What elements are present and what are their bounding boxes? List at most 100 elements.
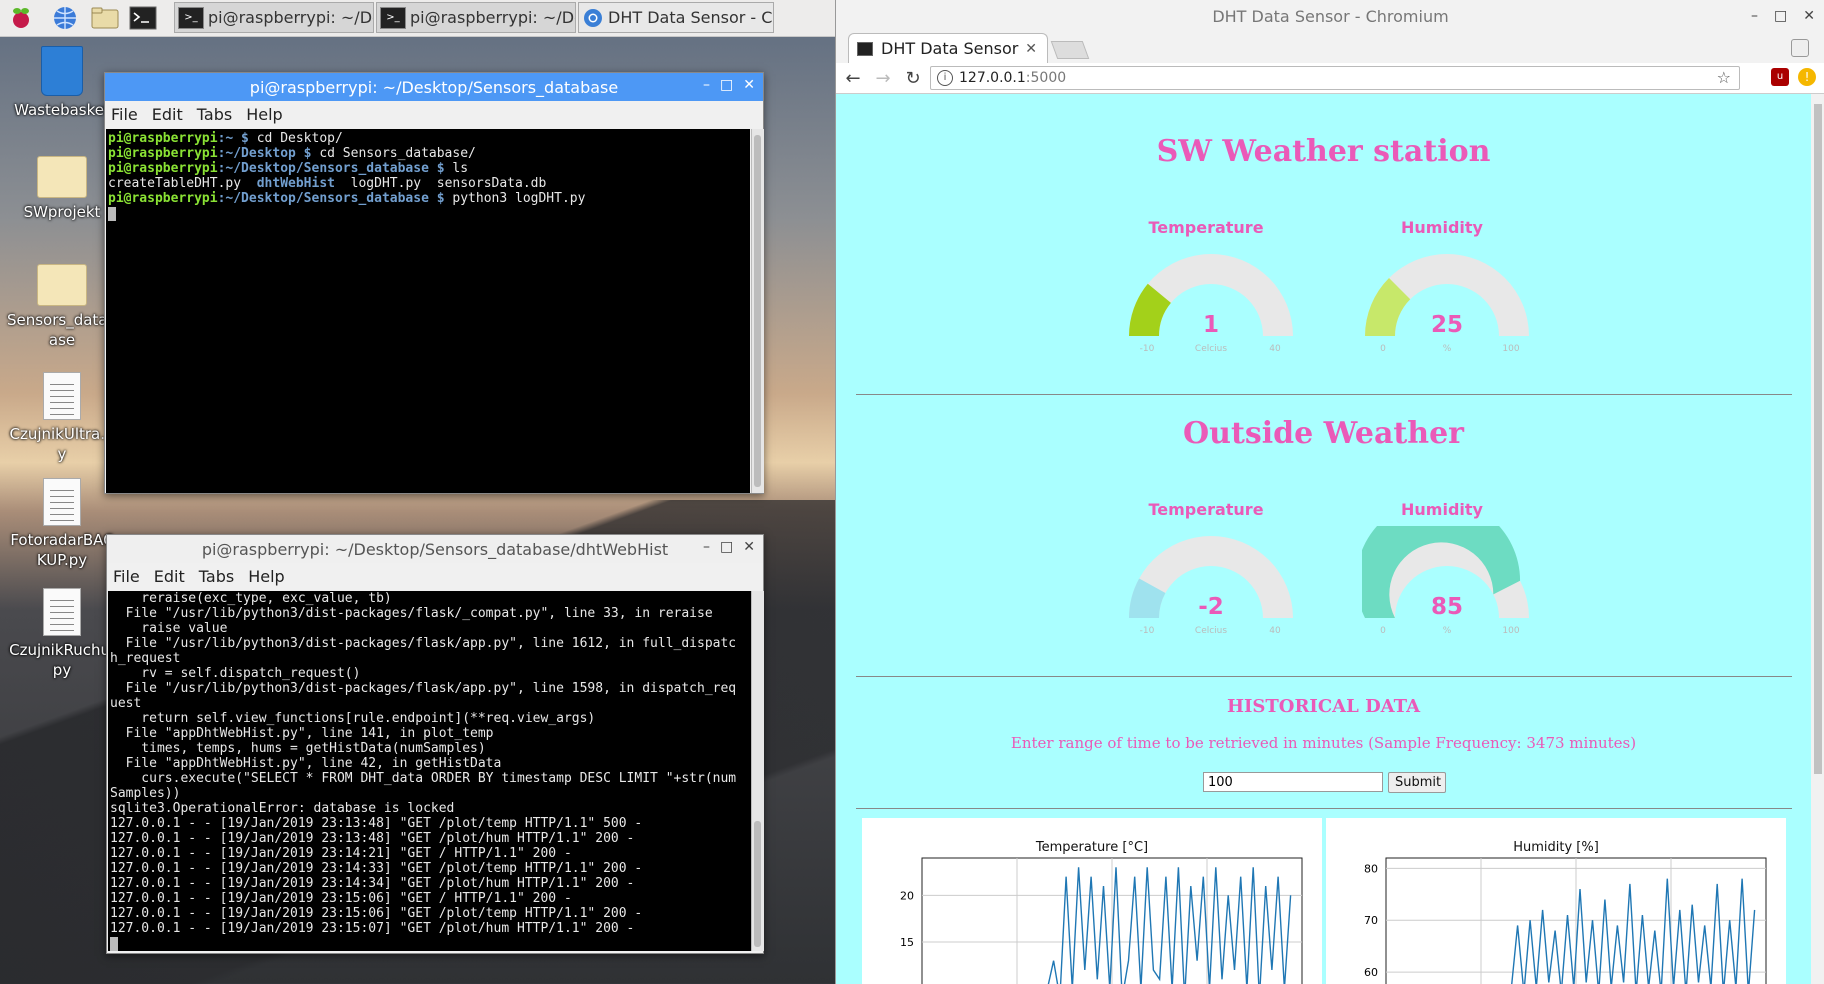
humidity-chart: Humidity [%] 80 70 60	[1326, 818, 1786, 984]
menu-edit[interactable]: Edit	[154, 567, 185, 586]
range-minutes-input[interactable]	[1203, 772, 1383, 792]
python-file-icon	[43, 478, 81, 526]
close-tab-icon[interactable]: ✕	[1025, 41, 1037, 57]
web-browser-icon[interactable]	[50, 3, 80, 33]
new-tab-button[interactable]	[1050, 41, 1090, 59]
historical-data-title: HISTORICAL DATA	[1226, 696, 1421, 717]
wastebasket-icon	[41, 46, 83, 96]
terminal-icon: >_	[178, 6, 204, 29]
station-title: SW Weather station	[1156, 134, 1491, 169]
maximize-icon[interactable]: □	[720, 77, 733, 93]
gauge-unit: Celcius	[1194, 626, 1228, 636]
terminal-line: pi@raspberrypi:~ $ cd Desktop/	[108, 131, 343, 146]
page-scrollbar[interactable]	[1811, 94, 1824, 984]
window-titlebar[interactable]: pi@raspberrypi: ~/Desktop/Sensors_databa…	[107, 535, 763, 563]
terminal-scrollbar[interactable]	[751, 129, 764, 493]
maximize-icon[interactable]: □	[720, 539, 733, 555]
address-bar[interactable]: i 127.0.0.1:5000 ☆	[930, 66, 1740, 90]
gauge-label-humidity: Humidity	[1401, 500, 1483, 519]
submit-button[interactable]: Submit	[1388, 772, 1446, 793]
gauge-value: -2	[1198, 594, 1224, 620]
task-label: DHT Data Sensor - C...	[608, 8, 774, 27]
desktop-icon-czujnikultra[interactable]: CzujnikUltra.py	[6, 372, 118, 464]
url-host: 127.0.0.1	[959, 70, 1026, 86]
window-title: pi@raspberrypi: ~/Desktop/Sensors_databa…	[201, 539, 669, 559]
maximize-icon[interactable]: □	[1774, 8, 1787, 24]
desktop-icon-label: CzujnikRuchu.py	[9, 641, 115, 679]
desktop-icon-fotoradar[interactable]: FotoradarBACKUP.py	[6, 478, 118, 570]
series-line	[1047, 867, 1292, 984]
info-icon[interactable]: i	[937, 70, 953, 86]
desktop-icon-sensors-database[interactable]: Sensors_database	[6, 264, 118, 350]
tab-strip: DHT Data Sensor ✕	[836, 33, 1824, 63]
close-icon[interactable]: ✕	[1803, 8, 1815, 24]
task-label: pi@raspberrypi: ~/De...	[410, 8, 575, 27]
temperature-chart-plot: 2015	[900, 857, 1303, 984]
desktop-icon-label: Sensors_database	[6, 311, 118, 349]
y-tick-label: 20	[900, 889, 914, 902]
gauge-label-temperature: Temperature	[1148, 500, 1264, 519]
menu-tabs[interactable]: Tabs	[197, 105, 232, 124]
ublock-extension-icon[interactable]: u	[1771, 68, 1789, 86]
gauge-label-humidity: Humidity	[1401, 218, 1483, 237]
terminal-output[interactable]: reraise(exc_type, exc_value, tb) File "/…	[108, 591, 751, 951]
minimize-icon[interactable]: –	[703, 539, 710, 555]
browser-tab[interactable]: DHT Data Sensor ✕	[848, 33, 1048, 63]
back-arrow-icon[interactable]: ←	[840, 68, 866, 89]
minimize-icon[interactable]: –	[703, 77, 710, 93]
gauge-min: 0	[1380, 626, 1386, 636]
gauge-label-temperature: Temperature	[1148, 218, 1264, 237]
terminal-scrollbar[interactable]	[751, 591, 764, 951]
folder-icon	[37, 264, 87, 306]
menu-tabs[interactable]: Tabs	[199, 567, 234, 586]
menu-file[interactable]: File	[111, 105, 138, 124]
gauge-value: 1	[1202, 312, 1219, 338]
gauge-max: 40	[1269, 626, 1281, 636]
taskbar-task-terminal-1[interactable]: >_ pi@raspberrypi: ~/De...	[174, 2, 374, 33]
taskbar-task-chromium[interactable]: DHT Data Sensor - C...	[578, 2, 774, 33]
profile-icon[interactable]	[1791, 39, 1809, 57]
terminal-cursor	[108, 206, 116, 221]
desktop-icon-label: Wastebasket	[14, 101, 110, 119]
menu-file[interactable]: File	[113, 567, 140, 586]
desktop-icon-wastebasket[interactable]: Wastebasket	[10, 46, 114, 120]
terminal-window-1: pi@raspberrypi: ~/Desktop/Sensors_databa…	[104, 72, 764, 494]
menubar: File Edit Tabs Help	[105, 101, 763, 127]
terminal-cursor	[110, 936, 118, 951]
terminal-icon: >_	[380, 6, 406, 29]
terminal-line: pi@raspberrypi:~/Desktop/Sensors_databas…	[108, 191, 586, 206]
terminal-launcher-icon[interactable]	[128, 3, 158, 33]
menu-edit[interactable]: Edit	[152, 105, 183, 124]
menubar: File Edit Tabs Help	[107, 563, 763, 589]
bookmark-star-icon[interactable]: ☆	[1717, 68, 1731, 87]
desktop-icon-czujnikruchu[interactable]: CzujnikRuchu.py	[6, 588, 118, 680]
taskbar-task-terminal-2[interactable]: >_ pi@raspberrypi: ~/De...	[376, 2, 576, 33]
raspberry-menu-icon[interactable]	[6, 3, 36, 33]
terminal-output[interactable]: pi@raspberrypi:~ $ cd Desktop/ pi@raspbe…	[106, 129, 750, 493]
menu-help[interactable]: Help	[246, 105, 282, 124]
tab-title: DHT Data Sensor	[881, 39, 1019, 58]
desktop-icon-swprojekt[interactable]: SWprojekt	[10, 156, 114, 222]
gauge-unit: %	[1442, 344, 1452, 354]
file-manager-icon[interactable]	[90, 3, 120, 33]
window-titlebar[interactable]: DHT Data Sensor - Chromium – □ ✕	[836, 0, 1824, 33]
reload-icon[interactable]: ↻	[900, 68, 926, 89]
window-titlebar[interactable]: pi@raspberrypi: ~/Desktop/Sensors_databa…	[105, 73, 763, 101]
close-icon[interactable]: ✕	[743, 539, 755, 555]
historical-data-description: Enter range of time to be retrieved in m…	[1010, 734, 1637, 752]
divider	[856, 394, 1792, 395]
terminal-favicon-icon	[857, 41, 873, 56]
temperature-chart: Temperature [°C] 20 15	[862, 818, 1322, 984]
minimize-icon[interactable]: –	[1751, 8, 1758, 24]
python-file-icon	[43, 372, 81, 420]
terminal-line: pi@raspberrypi:~/Desktop/Sensors_databas…	[108, 161, 469, 176]
close-icon[interactable]: ✕	[743, 77, 755, 93]
gauge-min: -10	[1139, 344, 1155, 354]
gauge-max: 100	[1502, 344, 1520, 354]
y-tick-label: 15	[900, 936, 914, 949]
forward-arrow-icon[interactable]: →	[870, 68, 896, 89]
menu-help[interactable]: Help	[248, 567, 284, 586]
series-line	[1511, 878, 1756, 984]
extension-icon[interactable]: !	[1798, 68, 1816, 86]
outside-title: Outside Weather	[1183, 416, 1464, 451]
